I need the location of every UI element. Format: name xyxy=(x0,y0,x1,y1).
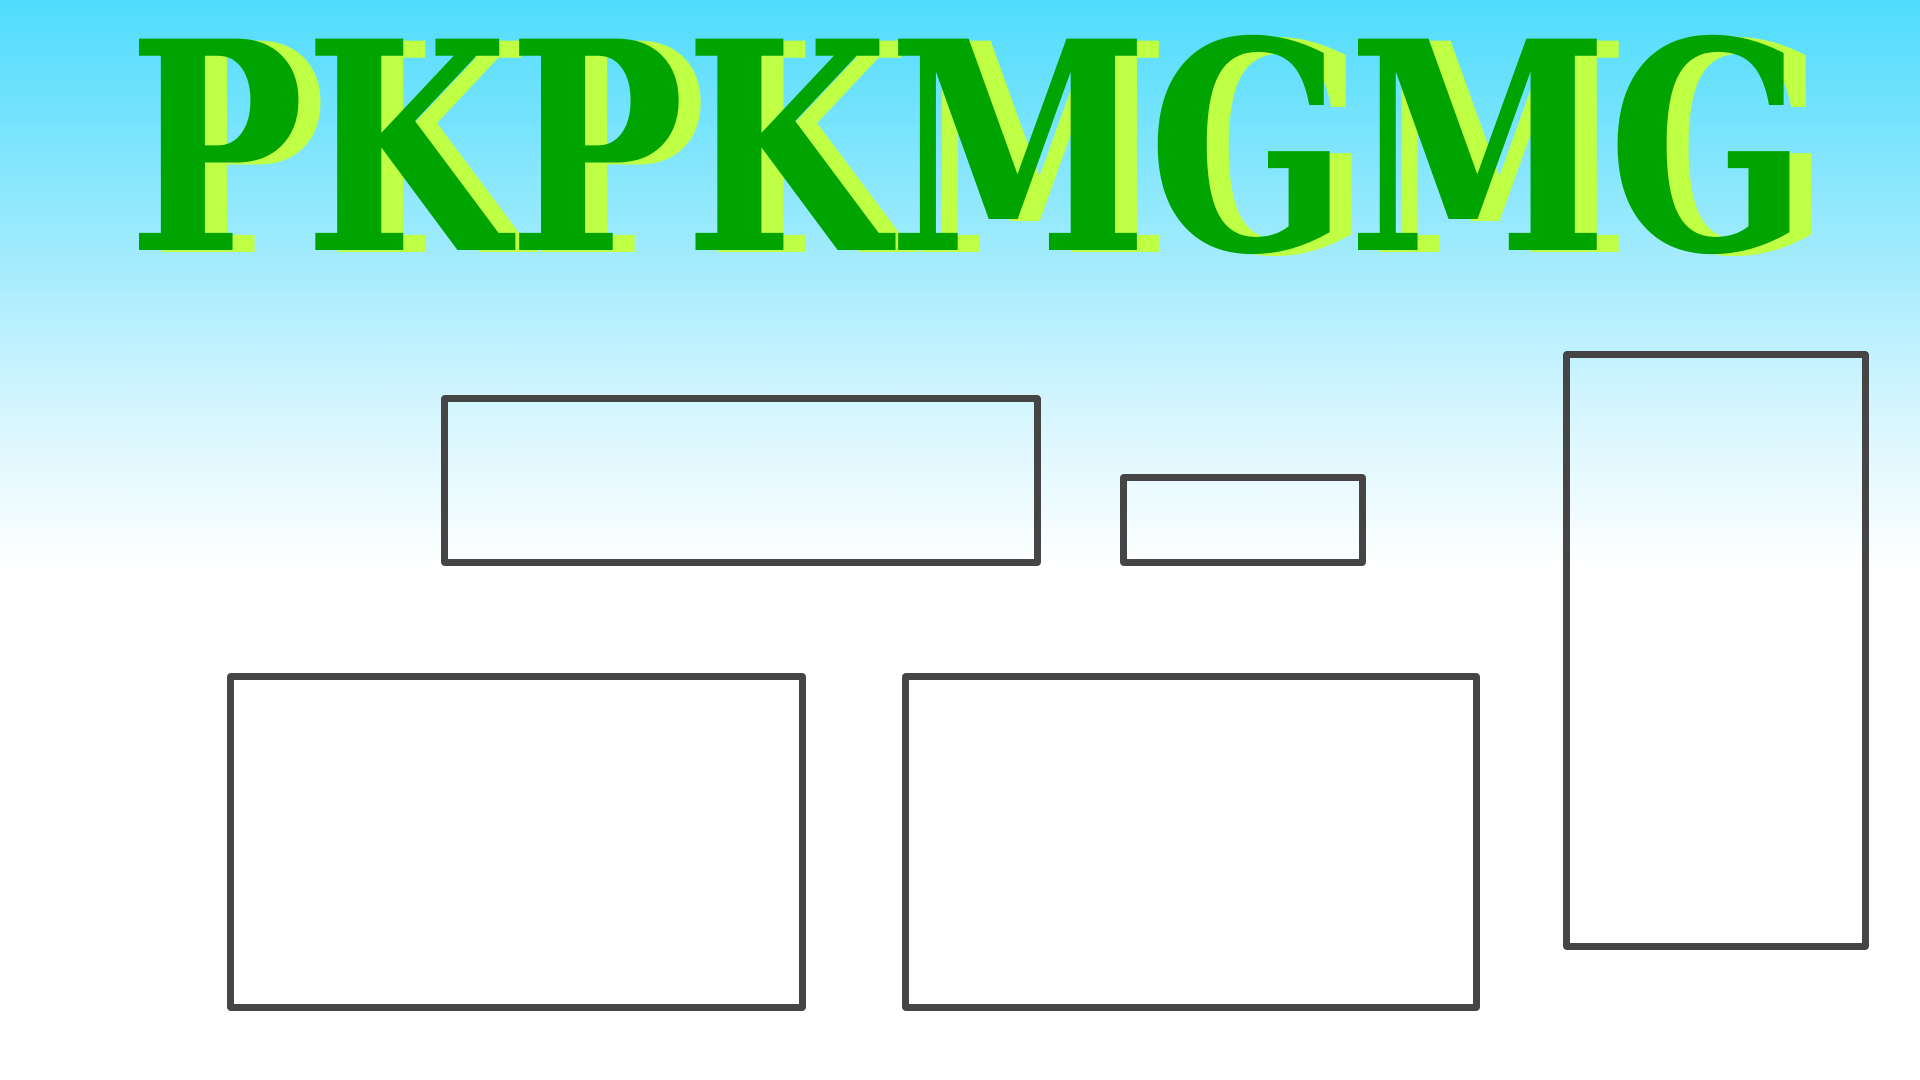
placeholder-box-bottom-left[interactable] xyxy=(227,673,806,1011)
placeholder-box-top-small[interactable] xyxy=(1120,474,1366,566)
placeholder-box-bottom-middle[interactable] xyxy=(902,673,1480,1011)
title-main-text: PKPKMGMG xyxy=(128,0,1808,270)
title-graphic: PKPKMGMG PKPKMGMG xyxy=(128,0,1830,270)
title-banner: PKPKMGMG PKPKMGMG xyxy=(0,0,1920,270)
placeholder-box-top-center[interactable] xyxy=(441,395,1041,566)
placeholder-box-right-tall[interactable] xyxy=(1563,351,1869,950)
